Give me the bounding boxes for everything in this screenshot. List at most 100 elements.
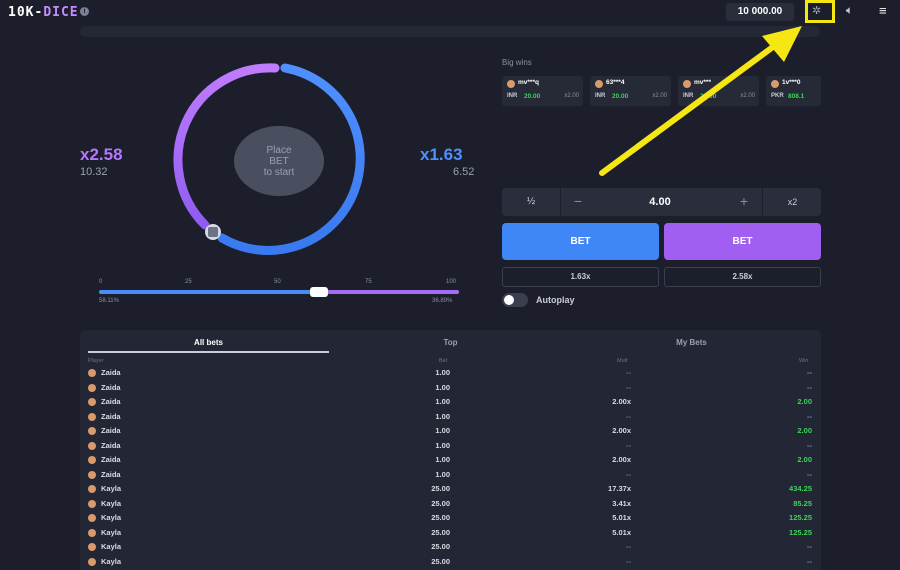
mult-cell: 3.41x (612, 498, 631, 508)
win-cell: 125.25 (789, 527, 812, 537)
win-currency: INR (507, 93, 518, 99)
table-row: Zaida 1.00 2.00x 2.00 (88, 424, 812, 438)
table-row: Kayla 25.00 5.01x 125.25 (88, 526, 812, 540)
winner-name: mv***q (518, 79, 539, 86)
slider-tick: 25 (185, 279, 192, 285)
hamburger-icon[interactable]: ≡ (879, 3, 887, 18)
table-row: Zaida 1.00 -- -- (88, 381, 812, 395)
bet-cell: 1.00 (435, 411, 450, 421)
tab-my-bets[interactable]: My Bets (571, 338, 812, 347)
half-bet-button[interactable]: ½ (502, 188, 561, 216)
bet-cell: 1.00 (435, 368, 450, 377)
slider-track-purple[interactable] (319, 290, 459, 294)
column-header-mult: Mult (617, 358, 628, 364)
sparkle-icon[interactable]: ✲ (812, 4, 821, 17)
table-row: Kayla 25.00 -- -- (88, 555, 812, 569)
bet-cell: 1.00 (435, 469, 450, 479)
avatar (88, 383, 96, 392)
table-row: Zaida 1.00 2.00x 2.00 (88, 453, 812, 467)
game-logo: 10K-DICE (8, 5, 79, 20)
left-chance: 58.11% (99, 298, 119, 304)
avatar (88, 412, 96, 421)
table-row: Kayla 25.00 3.41x 85.25 (88, 497, 812, 511)
avatar (88, 528, 96, 537)
autoplay-knob (504, 295, 514, 305)
mult-cell: -- (626, 411, 631, 421)
bet-cell: 25.00 (431, 542, 450, 551)
active-tab-indicator (88, 351, 329, 353)
mult-cell: 2.00x (612, 455, 631, 464)
double-bet-button[interactable]: x2 (762, 188, 822, 216)
bet-cell: 25.00 (431, 527, 450, 537)
mult-cell: 5.01x (612, 527, 631, 537)
bet-cell: 1.00 (435, 397, 450, 406)
win-cell: -- (807, 440, 812, 450)
slider-tick: 100 (446, 279, 457, 285)
avatar (88, 543, 96, 551)
bet-purple-button[interactable]: BET (664, 223, 821, 260)
table-row: Kayla 25.00 17.37x 434.25 (88, 482, 812, 496)
player-name: Kayla (101, 542, 122, 551)
win-cell: 85.25 (793, 498, 812, 508)
mult-cell: -- (626, 556, 631, 566)
player-name: Zaida (101, 469, 121, 479)
table-row: Zaida 1.00 2.00x 2.00 (88, 395, 812, 409)
player-name: Kayla (101, 513, 122, 522)
bet-blue-button[interactable]: BET (502, 223, 659, 260)
slider-tick: 75 (365, 279, 372, 285)
win-multiplier: x2.00 (564, 93, 579, 99)
player-name: Zaida (101, 397, 121, 406)
win-cell: -- (807, 469, 812, 479)
avatar (507, 80, 515, 88)
player-name: Zaida (101, 411, 121, 421)
bet-cell: 1.00 (435, 426, 450, 435)
slider-tick: 0 (99, 279, 103, 285)
player-name: Kayla (101, 556, 122, 566)
win-amount: 20.00 (524, 93, 541, 100)
player-name: Zaida (101, 440, 121, 450)
purple-multiplier-display: 2.58x (664, 267, 821, 287)
speaker-icon[interactable]: 🔈︎ (846, 3, 853, 18)
column-header-player: Player (88, 358, 104, 364)
mult-cell: -- (626, 382, 631, 392)
win-cell: -- (807, 556, 812, 566)
mult-cell: 2.00x (612, 426, 631, 435)
table-row: Zaida 1.00 -- -- (88, 468, 812, 482)
table-row: Zaida 1.00 -- -- (88, 366, 812, 380)
mult-cell: -- (626, 440, 631, 450)
tab-all-bets[interactable]: All bets (88, 338, 329, 347)
column-header-win: Win (799, 358, 809, 364)
player-name: Zaida (101, 426, 121, 435)
slider-handle[interactable] (310, 287, 328, 297)
decrease-bet-button[interactable]: − (568, 188, 588, 216)
logo-suffix: DICE (43, 5, 79, 20)
win-cell: 2.00 (797, 455, 812, 464)
big-wins-title: Big wins (502, 58, 532, 67)
tab-top[interactable]: Top (330, 338, 571, 347)
right-multiplier: x1.63 (420, 145, 463, 164)
mult-cell: 17.37x (608, 484, 631, 493)
win-cell: 2.00 (797, 426, 812, 435)
bet-cell: 25.00 (431, 498, 450, 508)
win-cell: 434.25 (789, 484, 812, 493)
big-win-card: mv***q INR 20.00 x2.00 (502, 76, 583, 106)
table-row: Zaida 1.00 -- -- (88, 410, 812, 424)
annotation-arrow-icon (599, 26, 802, 176)
avatar (88, 427, 96, 435)
increase-bet-button[interactable]: + (734, 188, 754, 216)
slider-track-blue[interactable] (99, 290, 319, 294)
avatar (88, 398, 96, 406)
table-row: Zaida 1.00 -- -- (88, 439, 812, 453)
bet-cell: 25.00 (431, 556, 450, 566)
bet-cell: 25.00 (431, 484, 450, 493)
mult-cell: -- (626, 469, 631, 479)
bet-cell: 1.00 (435, 455, 450, 464)
player-name: Kayla (101, 498, 122, 508)
bet-amount-input[interactable]: 4.00 (600, 188, 720, 216)
bet-cell: 25.00 (431, 513, 450, 522)
player-name: Kayla (101, 484, 122, 493)
autoplay-label: Autoplay (536, 295, 575, 305)
info-icon[interactable]: i (80, 7, 89, 16)
mult-cell: 5.01x (612, 513, 631, 522)
left-payout: 10.32 (80, 166, 108, 178)
